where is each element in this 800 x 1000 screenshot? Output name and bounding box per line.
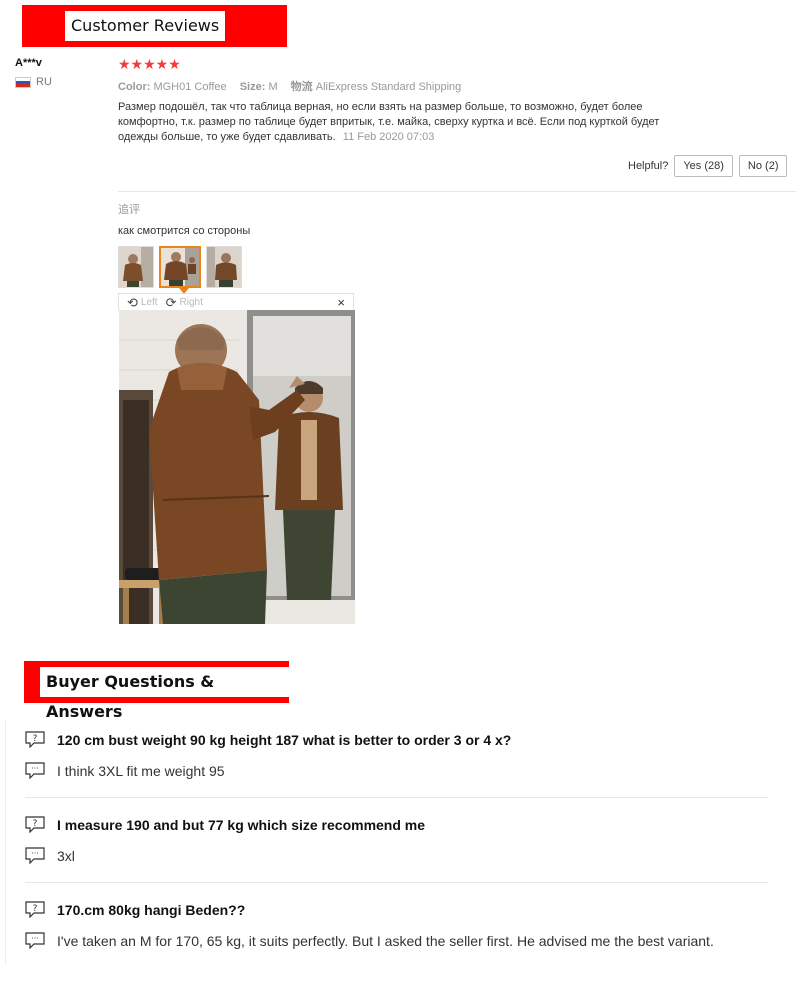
question-icon: ?: [25, 731, 45, 748]
qa-answer-text: I think 3XL fit me weight 95: [57, 762, 225, 779]
photo-viewer-toolbar: ⟲ Left ⟳ Right ×: [118, 293, 354, 311]
review-photo-thumbnail[interactable]: [118, 246, 154, 288]
reviewer-name: A***v: [15, 57, 42, 69]
qa-question-row: ? 120 cm bust weight 90 kg height 187 wh…: [25, 731, 770, 748]
qa-answer-text: I've taken an M for 170, 65 kg, it suits…: [57, 932, 714, 949]
svg-text:?: ?: [33, 904, 38, 914]
review-photo-thumbnail[interactable]: [206, 246, 242, 288]
qa-answer-row: ··· I've taken an M for 170, 65 kg, it s…: [25, 932, 770, 949]
rotate-left-label: Left: [140, 296, 158, 308]
color-key: Color:: [118, 81, 151, 93]
answer-icon: ···: [25, 932, 45, 949]
rotate-left-button[interactable]: ⟲ Left: [127, 296, 158, 309]
qa-item: ? 170.cm 80kg hangi Beden?? ··· I've tak…: [25, 901, 770, 949]
review-photo-large: [119, 310, 355, 624]
review-text-block: Размер подошёл, так что таблица верная, …: [118, 100, 688, 145]
followup-label: 追评: [118, 204, 140, 216]
reviewer-country: RU: [15, 76, 52, 88]
qa-answer-row: ··· I think 3XL fit me weight 95: [25, 762, 770, 779]
qa-question-row: ? 170.cm 80kg hangi Beden??: [25, 901, 770, 918]
qa-question-text: 170.cm 80kg hangi Beden??: [57, 901, 246, 918]
qa-item: ? I measure 190 and but 77 kg which size…: [25, 816, 770, 864]
close-icon[interactable]: ×: [337, 295, 345, 310]
size-value: M: [268, 81, 278, 93]
svg-text:···: ···: [31, 934, 39, 943]
rotate-right-label: Right: [179, 296, 203, 308]
review-divider: [118, 191, 796, 192]
review-body: ★★★★★ Color: MGH01 Coffee Size: M 物流 Ali…: [118, 56, 798, 145]
review-thumbnails: [118, 246, 247, 288]
rotate-right-button[interactable]: ⟳ Right: [166, 296, 203, 309]
shipping-key: 物流: [290, 81, 313, 93]
svg-text:?: ?: [33, 819, 38, 829]
review-date: 11 Feb 2020 07:03: [342, 131, 435, 143]
qa-separator: [25, 797, 768, 798]
answer-icon: ···: [25, 847, 45, 864]
qa-answer-text: 3xl: [57, 847, 75, 864]
qa-question-text: I measure 190 and but 77 kg which size r…: [57, 816, 426, 833]
helpful-row: Helpful? Yes (28) No (2): [628, 155, 788, 177]
qa-item: ? 120 cm bust weight 90 kg height 187 wh…: [25, 731, 770, 779]
helpful-label: Helpful?: [628, 160, 669, 172]
svg-text:···: ···: [31, 764, 39, 773]
country-code: RU: [36, 76, 52, 88]
buyer-qa-banner: Buyer Questions & Answers: [24, 661, 289, 721]
size-key: Size:: [239, 81, 266, 93]
qa-answer-row: ··· 3xl: [25, 847, 770, 864]
svg-text:?: ?: [33, 734, 38, 744]
customer-reviews-title: Customer Reviews: [65, 11, 226, 41]
qa-question-text: 120 cm bust weight 90 kg height 187 what…: [57, 731, 512, 748]
svg-text:···: ···: [31, 849, 39, 858]
followup-text: как смотрится со стороны: [118, 225, 251, 237]
russia-flag-icon: [15, 76, 31, 88]
buyer-qa-title: Buyer Questions & Answers: [40, 667, 289, 721]
question-icon: ?: [25, 816, 45, 833]
helpful-no-button[interactable]: No (2): [738, 155, 788, 177]
review-photo-thumbnail-active[interactable]: [159, 246, 201, 288]
answer-icon: ···: [25, 762, 45, 779]
rotate-right-icon: ⟳: [165, 294, 177, 310]
question-icon: ?: [25, 901, 45, 918]
customer-reviews-banner: Customer Reviews: [22, 5, 287, 47]
qa-question-row: ? I measure 190 and but 77 kg which size…: [25, 816, 770, 833]
star-rating: ★★★★★: [118, 56, 181, 72]
color-value: MGH01 Coffee: [153, 81, 227, 93]
qa-separator: [25, 882, 768, 883]
rotate-left-icon: ⟲: [127, 294, 138, 310]
reviewer-info: A***v RU: [15, 57, 52, 88]
shipping-value: AliExpress Standard Shipping: [315, 81, 462, 93]
helpful-yes-button[interactable]: Yes (28): [674, 155, 733, 177]
review-meta: Color: MGH01 Coffee Size: M 物流 AliExpres…: [118, 78, 798, 94]
qa-left-rule: [5, 720, 6, 965]
